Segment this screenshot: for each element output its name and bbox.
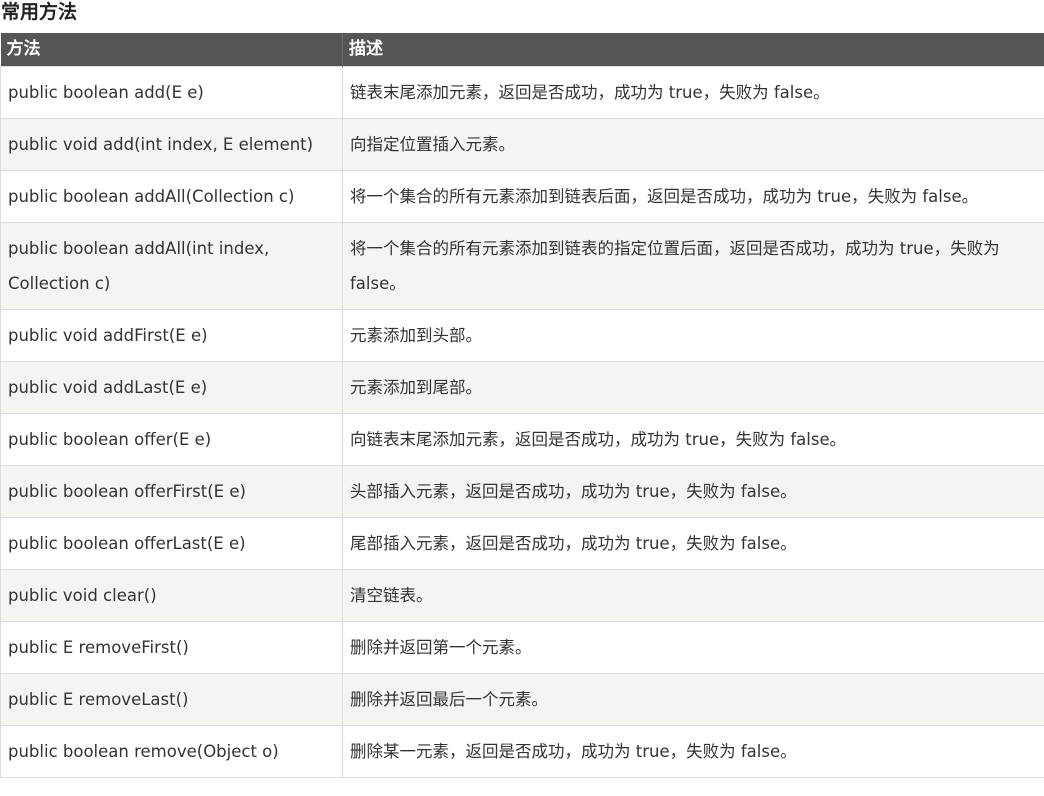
method-cell: public boolean addAll(Collection c) bbox=[0, 170, 343, 223]
table-row: public boolean add(E e) 链表末尾添加元素，返回是否成功，… bbox=[0, 66, 1044, 119]
table-row: public E removeFirst() 删除并返回第一个元素。 bbox=[0, 621, 1044, 674]
table-row: public E removeLast() 删除并返回最后一个元素。 bbox=[0, 673, 1044, 726]
method-cell: public boolean addAll(int index, Collect… bbox=[0, 222, 343, 310]
description-cell: 将一个集合的所有元素添加到链表的指定位置后面，返回是否成功，成功为 true，失… bbox=[342, 222, 1044, 310]
table-header-row: 方法 描述 bbox=[0, 33, 1044, 67]
description-cell: 尾部插入元素，返回是否成功，成功为 true，失败为 false。 bbox=[342, 517, 1044, 570]
method-cell: public void addFirst(E e) bbox=[0, 309, 343, 362]
table-row: public boolean addAll(Collection c) 将一个集… bbox=[0, 170, 1044, 223]
table-row: public boolean offerFirst(E e) 头部插入元素，返回… bbox=[0, 465, 1044, 518]
table-row: public boolean addAll(int index, Collect… bbox=[0, 222, 1044, 310]
method-cell: public boolean remove(Object o) bbox=[0, 725, 343, 778]
description-cell: 删除并返回最后一个元素。 bbox=[342, 673, 1044, 726]
table-row: public void clear() 清空链表。 bbox=[0, 569, 1044, 622]
page-title: 常用方法 bbox=[1, 1, 78, 23]
method-cell: public void add(int index, E element) bbox=[0, 118, 343, 171]
method-cell: public void clear() bbox=[0, 569, 343, 622]
column-header-description: 描述 bbox=[342, 33, 1044, 67]
description-cell: 元素添加到尾部。 bbox=[342, 361, 1044, 414]
method-cell: public void addLast(E e) bbox=[0, 361, 343, 414]
table-row: public boolean offerLast(E e) 尾部插入元素，返回是… bbox=[0, 517, 1044, 570]
description-cell: 清空链表。 bbox=[342, 569, 1044, 622]
description-cell: 向指定位置插入元素。 bbox=[342, 118, 1044, 171]
method-cell: public boolean add(E e) bbox=[0, 66, 343, 119]
column-header-method: 方法 bbox=[0, 33, 343, 67]
method-cell: public boolean offer(E e) bbox=[0, 413, 343, 466]
description-cell: 向链表末尾添加元素，返回是否成功，成功为 true，失败为 false。 bbox=[342, 413, 1044, 466]
method-cell: public boolean offerLast(E e) bbox=[0, 517, 343, 570]
description-cell: 链表末尾添加元素，返回是否成功，成功为 true，失败为 false。 bbox=[342, 66, 1044, 119]
table-row: public void addFirst(E e) 元素添加到头部。 bbox=[0, 309, 1044, 362]
table-row: public boolean remove(Object o) 删除某一元素，返… bbox=[0, 725, 1044, 778]
method-cell: public E removeFirst() bbox=[0, 621, 343, 674]
table-row: public void addLast(E e) 元素添加到尾部。 bbox=[0, 361, 1044, 414]
method-cell: public boolean offerFirst(E e) bbox=[0, 465, 343, 518]
table-row: public boolean offer(E e) 向链表末尾添加元素，返回是否… bbox=[0, 413, 1044, 466]
method-cell: public E removeLast() bbox=[0, 673, 343, 726]
methods-table: 方法 描述 public boolean add(E e) 链表末尾添加元素，返… bbox=[0, 33, 1044, 778]
description-cell: 删除并返回第一个元素。 bbox=[342, 621, 1044, 674]
description-cell: 元素添加到头部。 bbox=[342, 309, 1044, 362]
description-cell: 头部插入元素，返回是否成功，成功为 true，失败为 false。 bbox=[342, 465, 1044, 518]
description-cell: 删除某一元素，返回是否成功，成功为 true，失败为 false。 bbox=[342, 725, 1044, 778]
table-row: public void add(int index, E element) 向指… bbox=[0, 118, 1044, 171]
description-cell: 将一个集合的所有元素添加到链表后面，返回是否成功，成功为 true，失败为 fa… bbox=[342, 170, 1044, 223]
